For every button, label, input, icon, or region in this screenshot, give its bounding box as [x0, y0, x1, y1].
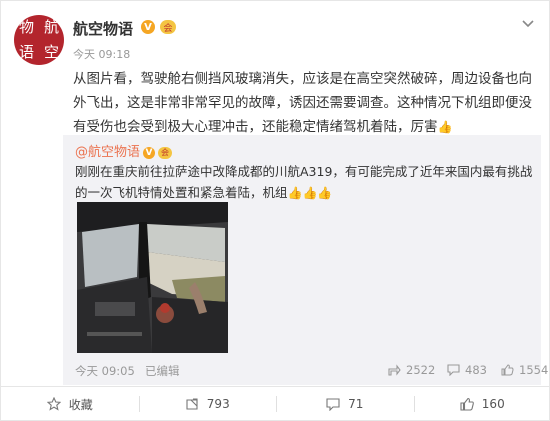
avatar-char: 物	[18, 18, 34, 36]
avatar-char: 航	[43, 18, 59, 36]
chevron-down-icon[interactable]	[521, 17, 535, 31]
repost-body: 刚刚在重庆前往拉萨途中改降成都的川航A319，有可能完成了近年来国内最有挑战的一…	[75, 161, 533, 204]
repost-timestamp[interactable]: 今天 09:05	[75, 363, 135, 379]
action-bar: 收藏 793 71 160	[1, 387, 550, 421]
post-body: 从图片看，驾驶舱右侧挡风玻璃消失，应该是在高空突然破碎，周边设备也向外飞出，这是…	[73, 67, 533, 139]
repost-comment-count[interactable]: 483	[447, 363, 487, 377]
repost-header: @航空物语 V 会	[75, 141, 173, 160]
repost-button[interactable]: 793	[138, 387, 277, 421]
favorite-label: 收藏	[68, 397, 93, 412]
repost-author[interactable]: @航空物语	[75, 145, 140, 160]
like-icon	[501, 364, 514, 376]
repost-count: 793	[206, 397, 230, 411]
weibo-post-card: 物 航 语 空 航空物语 V 会 今天 09:18 从图片看，驾驶舱右侧挡风玻璃…	[0, 0, 550, 421]
repost-shares: 2522	[406, 363, 436, 377]
avatar[interactable]: 物 航 语 空	[14, 15, 64, 65]
author-name[interactable]: 航空物语	[73, 18, 133, 39]
repost-like-count[interactable]: 1554	[501, 363, 548, 377]
comment-button[interactable]: 71	[276, 387, 414, 421]
comment-icon	[447, 364, 460, 376]
verified-badge-icon: V	[143, 146, 156, 159]
comment-count: 71	[348, 397, 364, 411]
like-icon	[460, 397, 474, 411]
repost-likes: 1554	[519, 363, 549, 377]
member-badge-icon: 会	[158, 146, 173, 159]
like-button[interactable]: 160	[413, 387, 550, 421]
share-icon	[186, 398, 198, 410]
thumbs-up-icon: 👍	[317, 186, 333, 200]
repost-comments: 483	[465, 363, 487, 377]
like-count: 160	[481, 397, 505, 411]
star-icon	[46, 397, 61, 411]
avatar-char: 语	[18, 43, 34, 61]
verified-badge-icon: V	[141, 20, 155, 34]
member-badge-icon: 会	[160, 20, 176, 34]
thumbs-up-icon: 👍	[287, 186, 303, 200]
reposted-content[interactable]: @航空物语 V 会 刚刚在重庆前往拉萨途中改降成都的川航A319，有可能完成了近年来…	[63, 135, 548, 385]
repost-share-count[interactable]: 2522	[388, 363, 435, 377]
repost-footer: 今天 09:05 已编辑 2522 483 1554	[75, 361, 548, 379]
repost-edited-label[interactable]: 已编辑	[145, 363, 180, 379]
thumbs-up-icon: 👍	[302, 186, 318, 200]
cockpit-photo[interactable]	[77, 202, 228, 353]
avatar-char: 空	[43, 43, 59, 61]
favorite-button[interactable]: 收藏	[1, 387, 139, 421]
post-text: 从图片看，驾驶舱右侧挡风玻璃消失，应该是在高空突然破碎，周边设备也向外飞出，这是…	[73, 71, 532, 135]
comment-icon	[326, 398, 340, 411]
share-icon	[388, 364, 401, 376]
post-timestamp[interactable]: 今天 09:18	[73, 46, 130, 62]
